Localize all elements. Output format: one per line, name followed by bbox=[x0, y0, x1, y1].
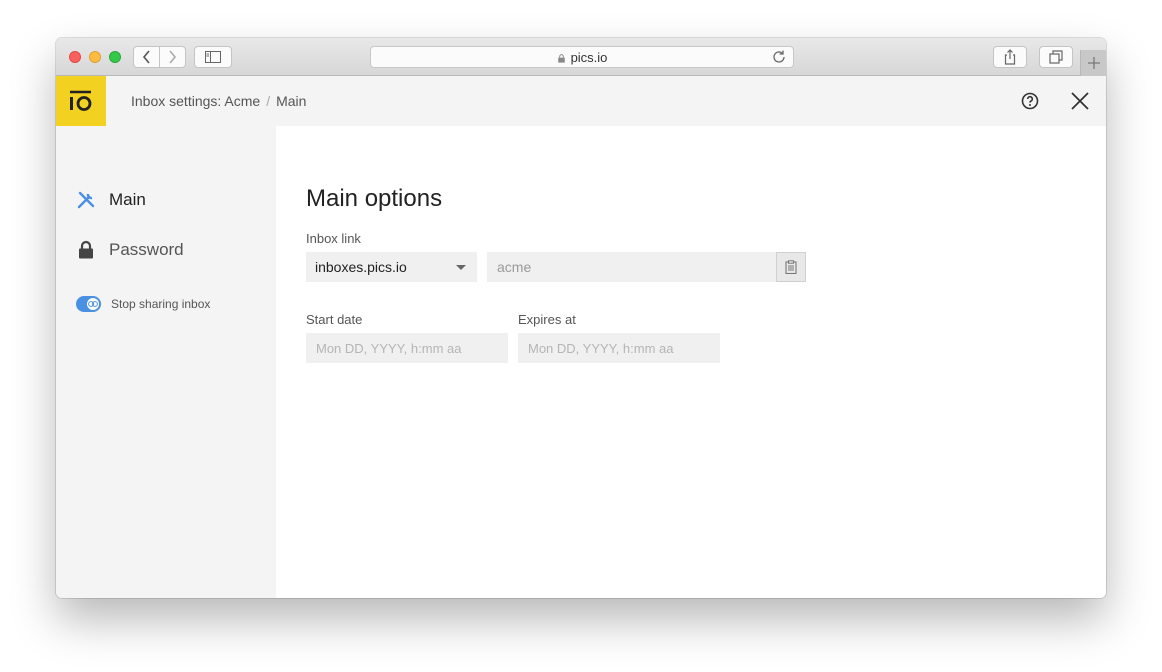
clipboard-icon bbox=[785, 260, 797, 274]
app-header: Inbox settings: Acme / Main bbox=[56, 76, 1106, 126]
lock-icon bbox=[76, 240, 96, 260]
main-panel: Main options Inbox link inboxes.pics.io … bbox=[276, 126, 1106, 598]
sidebar-item-password[interactable]: Password bbox=[76, 240, 184, 260]
tabs-icon bbox=[1049, 50, 1063, 64]
url-text: pics.io bbox=[571, 50, 608, 65]
new-tab-button[interactable] bbox=[1080, 50, 1106, 76]
tools-icon bbox=[76, 190, 96, 210]
inbox-link-label: Inbox link bbox=[306, 231, 361, 246]
share-button[interactable] bbox=[993, 46, 1027, 68]
sidebar-item-main[interactable]: Main bbox=[76, 190, 146, 210]
breadcrumb-root[interactable]: Inbox settings: Acme bbox=[131, 93, 260, 109]
sidebar-icon bbox=[205, 51, 221, 63]
picsio-logo[interactable] bbox=[56, 76, 106, 126]
inbox-slug-input[interactable] bbox=[487, 252, 776, 282]
link-icon bbox=[87, 298, 99, 310]
expires-at-label: Expires at bbox=[518, 312, 576, 327]
breadcrumb-current: Main bbox=[276, 93, 306, 109]
expires-at-input[interactable] bbox=[518, 333, 720, 363]
stop-sharing-toggle[interactable] bbox=[76, 296, 101, 312]
start-date-input[interactable] bbox=[306, 333, 508, 363]
copy-link-button[interactable] bbox=[776, 252, 806, 282]
plus-icon bbox=[1088, 57, 1100, 69]
toggle-label: Stop sharing inbox bbox=[111, 297, 210, 311]
caret-down-icon bbox=[456, 265, 466, 270]
stop-sharing-toggle-row[interactable]: Stop sharing inbox bbox=[76, 296, 210, 312]
zoom-window-button[interactable] bbox=[109, 51, 121, 63]
tab-overview-button[interactable] bbox=[1039, 46, 1073, 68]
start-date-label: Start date bbox=[306, 312, 362, 327]
sidebar-item-label: Password bbox=[109, 240, 184, 260]
domain-select-value: inboxes.pics.io bbox=[315, 259, 407, 275]
breadcrumb: Inbox settings: Acme / Main bbox=[131, 76, 306, 126]
address-bar[interactable]: pics.io bbox=[370, 46, 794, 68]
browser-toolbar: pics.io bbox=[56, 38, 1106, 76]
back-button[interactable] bbox=[134, 47, 159, 67]
help-button[interactable] bbox=[1021, 92, 1039, 110]
sidebar-toggle-button[interactable] bbox=[194, 46, 232, 68]
close-icon bbox=[1070, 91, 1090, 111]
breadcrumb-separator: / bbox=[266, 93, 270, 109]
reload-icon[interactable] bbox=[771, 49, 787, 65]
share-icon bbox=[1003, 49, 1017, 65]
chevron-right-icon bbox=[168, 50, 177, 64]
question-circle-icon bbox=[1021, 92, 1039, 110]
page-title: Main options bbox=[306, 185, 442, 213]
settings-sidebar: Main Password Stop sharing inbox bbox=[56, 126, 276, 598]
sidebar-item-label: Main bbox=[109, 190, 146, 210]
domain-select[interactable]: inboxes.pics.io bbox=[306, 252, 477, 282]
browser-window: pics.io Inbox settings: Acme / Main bbox=[56, 38, 1106, 598]
close-settings-button[interactable] bbox=[1070, 91, 1090, 111]
forward-button[interactable] bbox=[159, 47, 185, 67]
lock-icon bbox=[557, 54, 566, 63]
minimize-window-button[interactable] bbox=[89, 51, 101, 63]
history-nav bbox=[133, 46, 186, 68]
close-window-button[interactable] bbox=[69, 51, 81, 63]
logo-icon bbox=[69, 90, 93, 112]
chevron-left-icon bbox=[142, 50, 151, 64]
